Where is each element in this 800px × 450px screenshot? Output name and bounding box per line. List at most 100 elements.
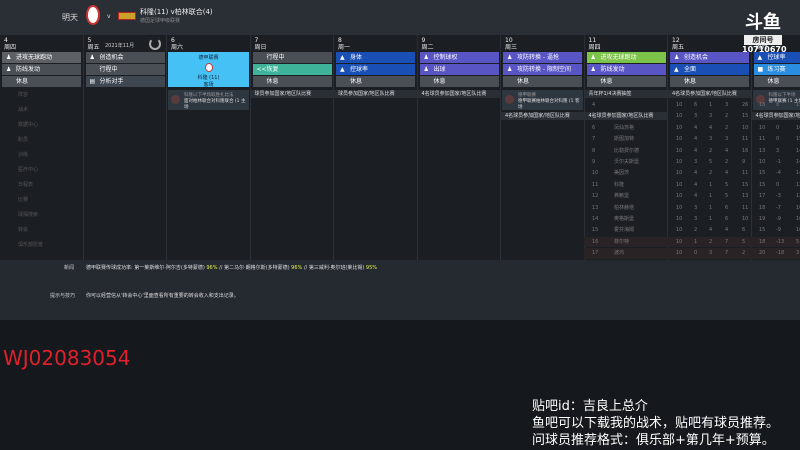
day-note[interactable]: 球员参加国家/地区队比赛 xyxy=(250,90,334,98)
tips-label: 提示与技巧 xyxy=(50,293,76,299)
table-cell: 11 xyxy=(742,136,749,143)
training-session[interactable]: ♟ 进攻无球跑动 xyxy=(586,52,666,63)
table-cell: 0 xyxy=(776,124,780,131)
league-table-row[interactable]: 7 斯图加特 10 4 3 3 11 11 0 15 xyxy=(584,134,800,145)
table-cell: 10 xyxy=(796,204,800,211)
training-label: 防线发动 xyxy=(16,66,41,73)
training-session[interactable]: << 恢复 xyxy=(252,64,332,75)
training-session[interactable]: 休息 xyxy=(2,76,81,87)
league-table-row[interactable]: 11科隆104151515013 xyxy=(584,180,800,191)
training-session[interactable]: 休息 xyxy=(419,76,499,87)
league-table-row[interactable]: 14 奥格斯堡 10 3 1 6 10 19 -9 10 xyxy=(584,214,800,225)
training-session[interactable]: ♟ 创造机会 xyxy=(85,52,165,63)
league-table-row[interactable]: 6 凤仙苏格 10 4 4 2 10 10 0 16 xyxy=(584,123,800,134)
training-session[interactable]: 休息 xyxy=(586,76,666,87)
league-table-row[interactable]: 8 比勒费尔德 10 4 2 4 16 13 3 14 xyxy=(584,146,800,157)
table-cell: 10 xyxy=(742,216,749,222)
table-cell: 3 xyxy=(725,136,729,143)
table-cell: 15 xyxy=(759,227,766,234)
training-session[interactable]: ■ 练习赛 xyxy=(753,64,800,75)
training-session[interactable]: ♟ 进攻无球跑动 xyxy=(2,52,81,63)
douyu-logo: 斗鱼 xyxy=(745,12,781,33)
training-icon: ♟ xyxy=(89,54,95,61)
team-name: 菲尔特 xyxy=(614,238,630,245)
day-note[interactable]: 青年杯1/4决赛抽签 xyxy=(584,90,668,98)
training-session[interactable]: ♟ 创造机会 xyxy=(670,52,749,63)
training-session[interactable]: ♟ 防线发动 xyxy=(586,64,666,75)
training-session[interactable]: ♟ 控制球权 xyxy=(419,52,499,63)
training-session[interactable]: 休息 xyxy=(503,76,582,87)
day-note[interactable]: 球员参加国家/地区队比赛 xyxy=(334,90,417,98)
team-name: 奥格斯堡 xyxy=(614,216,635,222)
table-cell: 7 xyxy=(592,136,596,143)
table-cell: 11 xyxy=(592,181,599,188)
table-cell: 2 xyxy=(725,159,729,165)
training-label: 恢复 xyxy=(266,66,279,73)
day-of-week: 周二 xyxy=(421,44,434,51)
event-icon xyxy=(171,95,180,104)
versus-label: v xyxy=(107,13,111,20)
match-title[interactable]: 科隆(11) v柏林联合(4) xyxy=(140,7,213,17)
training-session[interactable]: 休息 xyxy=(252,76,332,87)
training-session[interactable]: ♟ 防线发动 xyxy=(2,64,81,75)
training-icon: ♟ xyxy=(423,54,429,61)
table-cell: 4 xyxy=(725,170,729,177)
table-cell: 2 xyxy=(709,147,713,154)
training-session[interactable]: ▲ 全面 xyxy=(670,64,749,75)
league-table-row[interactable]: 12 弗赖堡 10 4 1 5 13 17 -3 13 xyxy=(584,191,800,202)
table-cell: 4 xyxy=(725,147,729,154)
training-session[interactable]: ▲ 控球率 xyxy=(336,64,415,75)
league-table-row[interactable]: 15 霍芬海姆 10 2 4 4 6 15 -9 10 xyxy=(584,225,800,236)
table-cell: 16 xyxy=(796,124,800,131)
team-name: 弗赖堡 xyxy=(614,193,630,200)
league-table-row[interactable]: 5 门兴 10 3 3 2 15 6 9 18 xyxy=(584,111,800,122)
table-cell: 6 xyxy=(742,227,746,234)
training-session[interactable]: ♟ 出球 xyxy=(419,64,499,75)
training-session[interactable]: 行程中 xyxy=(85,64,165,75)
training-session[interactable]: 休息 xyxy=(336,76,415,87)
training-label: 全面 xyxy=(684,66,697,73)
day-note[interactable]: 4名球员参加国家/地区队比赛 xyxy=(501,112,584,120)
training-label: 创造机会 xyxy=(684,54,709,61)
table-cell: 10 xyxy=(676,193,683,200)
league-table-row[interactable]: 9 沃尔夫斯堡 10 3 5 2 9 10 -1 14 xyxy=(584,157,800,168)
event-card[interactable]: 科隆以下半场取胜扎比法 面对柏林联合对科隆联合 (1 主场 xyxy=(168,90,249,110)
table-cell: 17 xyxy=(759,193,766,200)
league-table-row[interactable]: 4 10 6 1 3 26 18 8 19 xyxy=(584,100,800,111)
table-cell: 9 xyxy=(742,159,746,165)
news-body: 德甲联赛传球成功率: 第一莱斯维尔·阿尔吉(多特蒙德) xyxy=(86,265,205,271)
training-label: 行程中 xyxy=(266,54,285,61)
day-note[interactable]: 4名球员参加国家/地区队比赛 xyxy=(417,90,501,98)
match-comp: 德甲联赛 xyxy=(198,55,219,61)
league-table-row[interactable]: 13 柏林赫塔 10 3 1 6 11 18 -7 10 xyxy=(584,203,800,214)
league-table-row[interactable]: 16 菲尔特 10 1 2 7 5 18 -13 5 xyxy=(584,236,800,248)
watermark-id: WJ02083054 xyxy=(3,346,131,370)
training-session[interactable]: 休息 xyxy=(670,76,749,87)
table-cell: 13 xyxy=(796,181,800,188)
table-cell: 15 xyxy=(796,136,800,143)
training-session[interactable]: ▤ 分析对手 xyxy=(85,76,165,87)
training-icon: ▲ xyxy=(674,66,679,73)
table-cell: 1 xyxy=(709,193,713,200)
training-label: 休息 xyxy=(684,78,697,85)
table-cell: 10 xyxy=(676,216,683,222)
table-cell: 10 xyxy=(676,227,683,234)
day-note[interactable]: 4名球员参加国家/地区队比赛 xyxy=(668,90,751,98)
league-table-row[interactable]: 17 波鸿 10 0 3 7 2 20 -18 3 xyxy=(584,248,800,259)
league-table-row[interactable]: 10 美因茨 10 4 2 4 11 15 -4 14 xyxy=(584,168,800,179)
room-number: 10710670 xyxy=(742,45,787,54)
news-body: // 第三威利·奥尔班(莱比锡) xyxy=(302,265,365,271)
table-cell: 7 xyxy=(725,238,729,245)
day-number: 6 xyxy=(171,37,175,44)
table-cell: 3 xyxy=(725,102,729,108)
training-session[interactable]: ♟ 攻防转换 - 限制空间 xyxy=(503,64,582,75)
match-card[interactable]: 德甲联赛 科隆 (11) 客场 xyxy=(168,52,249,88)
table-cell: 4 xyxy=(592,102,596,108)
training-session[interactable]: 行程中 xyxy=(252,52,332,63)
training-session[interactable]: 休息 xyxy=(753,76,800,87)
month-label[interactable]: 2021年11月 xyxy=(105,42,134,49)
training-session[interactable]: ♟ 攻防转换 - 逼抢 xyxy=(503,52,582,63)
event-card[interactable]: 德甲联赛 德甲联赛柏林联合对科隆 (1 客场 xyxy=(502,90,583,110)
training-session[interactable]: ▲ 身体 xyxy=(336,52,415,63)
table-cell: 2 xyxy=(709,238,713,245)
